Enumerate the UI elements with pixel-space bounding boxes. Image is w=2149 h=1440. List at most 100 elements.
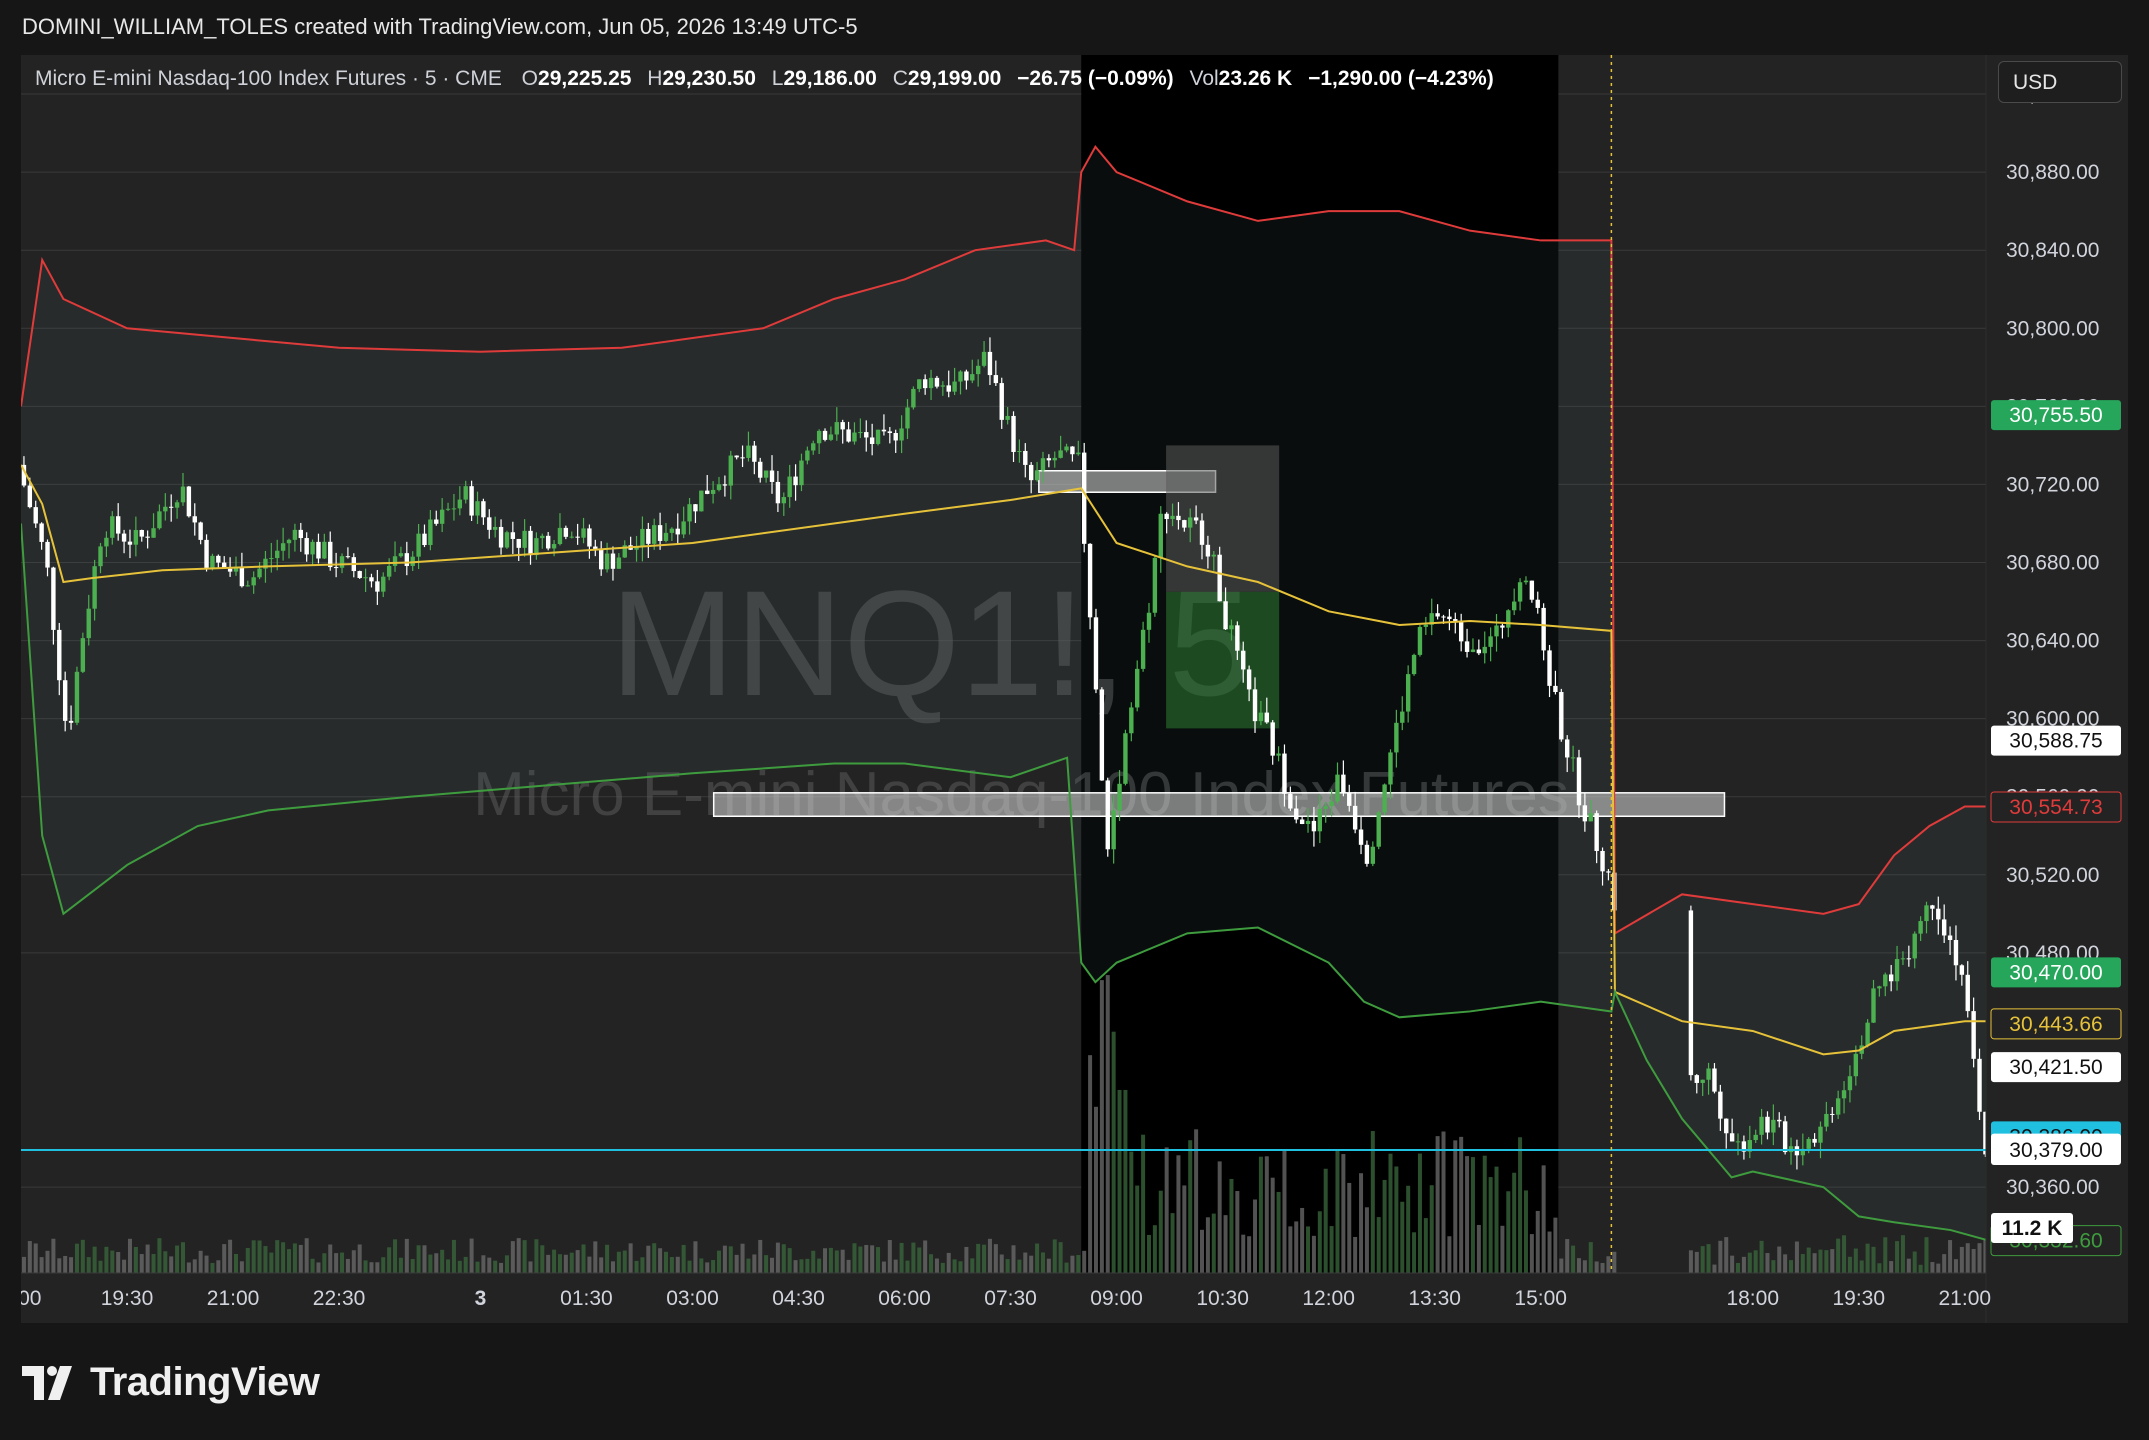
volume-bar	[1294, 1221, 1299, 1273]
volume-bar	[222, 1244, 227, 1273]
candle-body	[587, 528, 592, 547]
candle-body	[1724, 1118, 1729, 1134]
volume-bar	[605, 1244, 610, 1273]
volume-bar	[298, 1244, 303, 1273]
tradingview-logo[interactable]: TradingView	[22, 1360, 320, 1405]
volume-bar	[387, 1247, 392, 1273]
candle-body	[481, 501, 486, 518]
volume-bar	[1306, 1226, 1311, 1273]
candle-body	[1824, 1113, 1829, 1127]
volume-bar	[1417, 1153, 1422, 1273]
open-label: O	[521, 67, 539, 90]
candle-body	[887, 431, 893, 434]
volume-bar	[1948, 1240, 1953, 1273]
chart-panel[interactable]: MNQ1!, 5 Micro E-mini Nasdaq-100 Index F…	[21, 55, 2128, 1323]
candle-body	[1076, 452, 1081, 455]
volume-bar	[805, 1258, 810, 1273]
candle-body	[557, 527, 563, 545]
candle-body	[1847, 1076, 1853, 1091]
volume-bar	[846, 1259, 851, 1273]
candle-body	[115, 516, 121, 534]
candle-body	[593, 546, 598, 549]
volume-bar	[1170, 1213, 1175, 1273]
volume-bar	[1382, 1179, 1387, 1273]
candle-body	[1688, 910, 1694, 1076]
candle-body	[86, 608, 91, 639]
volume-bar	[1364, 1207, 1369, 1273]
candle-body	[1570, 757, 1576, 759]
candle-body	[1246, 669, 1252, 690]
candle-body	[275, 550, 280, 559]
volume-bar	[80, 1239, 85, 1273]
candle-body	[769, 470, 775, 482]
volume-label-text: Vol	[1189, 67, 1219, 90]
low-value: 29,186.00	[783, 67, 877, 90]
volume-bar	[1052, 1239, 1057, 1273]
candle-body	[1694, 1075, 1699, 1083]
candle-body	[811, 443, 816, 451]
candle-body	[687, 504, 692, 522]
close-value: 29,199.00	[907, 67, 1002, 90]
candle-body	[492, 526, 498, 530]
candle-body	[1223, 601, 1228, 630]
volume-bar	[1582, 1260, 1587, 1273]
candle-body	[752, 445, 757, 462]
y-tick-label: 30,640.00	[2006, 630, 2099, 653]
volume-label-text: 11.2 K	[2002, 1217, 2063, 1240]
volume-bar	[21, 1256, 26, 1273]
volume-bar	[180, 1242, 185, 1273]
volume-bar	[946, 1252, 951, 1273]
price-label-text: 30,470.00	[2009, 961, 2102, 984]
candle-body	[1347, 793, 1352, 806]
x-tick-label: 21:00	[207, 1287, 260, 1310]
x-tick-label: 19:30	[101, 1287, 154, 1310]
candle-body	[722, 484, 728, 486]
volume-bar	[1412, 1232, 1417, 1273]
zone-box	[712, 792, 1726, 817]
volume-bar	[546, 1254, 551, 1273]
candle-body	[928, 377, 934, 389]
volume-bar	[1453, 1140, 1458, 1273]
volume-bar	[381, 1257, 386, 1273]
volume-bar	[416, 1245, 421, 1273]
volume-bar	[528, 1261, 533, 1273]
candle-body	[716, 484, 722, 490]
candle-body	[1193, 517, 1199, 521]
volume-bar	[1612, 1251, 1617, 1273]
candle-body	[1965, 974, 1970, 1012]
candle-body	[1034, 470, 1040, 481]
volume-bar	[1311, 1235, 1316, 1273]
volume-bar	[1353, 1236, 1358, 1273]
candle-body	[728, 455, 733, 486]
candle-body	[1924, 905, 1929, 922]
candle-body	[510, 532, 516, 539]
volume-bar	[69, 1257, 74, 1273]
candle-body	[1264, 712, 1269, 723]
candle-body	[540, 535, 545, 539]
currency-button[interactable]: USD	[1998, 61, 2122, 103]
volume-bar	[133, 1246, 138, 1273]
candle-body	[1735, 1141, 1741, 1143]
candle-body	[404, 553, 410, 566]
volume-bar	[1076, 1255, 1081, 1273]
volume-bar	[369, 1262, 374, 1273]
candle-body	[1565, 739, 1570, 758]
price-label-text: 30,554.73	[2009, 796, 2102, 819]
candle-body	[610, 553, 616, 569]
candle-body	[298, 529, 303, 539]
candle-body	[451, 508, 457, 510]
candle-body	[875, 429, 881, 444]
candle-body	[669, 528, 675, 533]
candle-body	[1405, 674, 1411, 712]
price-chart[interactable]: MNQ1!, 5 Micro E-mini Nasdaq-100 Index F…	[21, 55, 2128, 1323]
volume-bar	[634, 1260, 639, 1273]
candle-body	[1877, 986, 1882, 989]
candle-body	[1229, 625, 1234, 630]
candle-body	[316, 541, 321, 559]
volume-bar	[587, 1256, 592, 1273]
candle-body	[339, 556, 345, 568]
volume-bar	[1235, 1191, 1240, 1273]
volume-bar	[1435, 1136, 1440, 1273]
volume-bar	[1329, 1226, 1334, 1273]
candle-body	[1535, 599, 1540, 608]
